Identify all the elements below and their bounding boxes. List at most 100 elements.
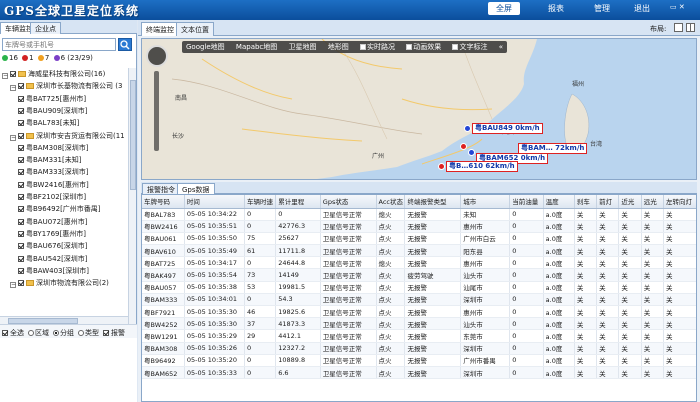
filter-option[interactable]: 区域 [28, 329, 49, 337]
map-view[interactable]: Google地图 Mapabc地图 卫星地图 地形图 实时路况 动画效果 文字标… [141, 38, 697, 180]
tab-alarm-commands[interactable]: 报警指令 [142, 183, 180, 194]
table-row[interactable]: 粤BAK497 05-05 10:35:54 73 14149 卫星信号正常 点火 疲劳驾驶… [142, 268, 696, 282]
tree-scrollbar[interactable] [128, 68, 136, 343]
tree-vehicle[interactable]: 粤BW2416[惠州市] [18, 179, 89, 191]
table-row[interactable]: 粤BAM333 05-05 10:34:01 0 54.3 卫星信号正常 点火 无报警 深圳市… [142, 293, 696, 307]
tree-checkbox[interactable] [18, 95, 24, 102]
vehicle-label[interactable]: 粤BAM… 72km/h [518, 143, 588, 154]
collapse-icon[interactable]: − [10, 134, 16, 141]
tree-vehicle[interactable]: 粤BAW403[深圳市] [18, 265, 89, 277]
nav-manage[interactable]: 管理 [594, 3, 610, 14]
layout-split-icon[interactable] [686, 23, 695, 32]
tree-group[interactable]: − 海威星科技有限公司(16) [2, 68, 105, 80]
tree-checkbox[interactable] [18, 169, 24, 176]
map-terrain-button[interactable]: 地形图 [328, 43, 349, 51]
tree-vehicle[interactable]: 粤BAU909[深圳市] [18, 105, 88, 117]
collapse-icon[interactable]: − [10, 282, 16, 289]
search-input[interactable] [2, 38, 116, 51]
map-pan-control[interactable] [146, 45, 168, 67]
vehicle-marker-icon[interactable] [468, 149, 475, 156]
table-row[interactable]: 粤BAV610 05-05 10:35:49 61 11711.8 卫星信号正常 点火 无报… [142, 244, 696, 258]
column-header[interactable]: 刹车 [574, 195, 598, 209]
column-header[interactable]: 前灯 [596, 195, 620, 209]
map-google-button[interactable]: Google地图 [186, 43, 225, 51]
tree-group[interactable]: − 深圳市安吉货运有限公司(11 [10, 130, 125, 142]
search-button[interactable] [118, 38, 132, 51]
filter-option[interactable]: 分组 [53, 329, 74, 337]
tree-checkbox[interactable] [18, 218, 24, 225]
vehicle-marker-icon[interactable] [438, 163, 445, 170]
tree-vehicle[interactable]: 粤BAM308[深圳市] [18, 142, 88, 154]
table-row[interactable]: 粤BW2416 05-05 10:35:51 0 42776.3 卫星信号正常 点火 无报警… [142, 220, 696, 233]
tree-vehicle[interactable]: 粤B96492[广州市番禺] [18, 203, 101, 215]
table-row[interactable]: 粤BF7921 05-05 10:35:30 46 19825.6 卫星信号正常 点火 无报… [142, 305, 696, 319]
tree-checkbox[interactable] [18, 157, 24, 164]
column-header[interactable]: 远光 [641, 195, 664, 209]
filter-option[interactable]: 类型 [78, 329, 99, 337]
column-header[interactable]: 近光 [618, 195, 642, 209]
toggle-animation[interactable]: 动画效果 [406, 43, 441, 51]
tab-enterprise-points[interactable]: 企业点 [30, 22, 61, 34]
table-row[interactable]: 粤BW4252 05-05 10:35:30 37 41873.3 卫星信号正常 点火 无报… [142, 317, 696, 331]
vehicle-marker-icon[interactable] [464, 125, 471, 132]
tree-checkbox[interactable] [18, 132, 24, 139]
tree-vehicle[interactable]: 粤BAT725[惠州市] [18, 93, 86, 105]
tree-checkbox[interactable] [18, 255, 24, 262]
column-header[interactable]: 车牌号码 [142, 195, 185, 209]
tab-terminal-monitor[interactable]: 终端监控 [141, 22, 179, 36]
window-controls[interactable]: ▭ ✕ [670, 3, 685, 11]
column-header[interactable]: 左转向灯 [663, 195, 696, 209]
table-row[interactable]: 粤BAT725 05-05 10:34:17 0 24644.8 卫星信号正常 熄火 无报警… [142, 256, 696, 270]
tree-checkbox[interactable] [10, 71, 16, 77]
filter-option[interactable]: 全选 [2, 329, 24, 337]
table-row[interactable]: 粤BAU061 05-05 10:35:50 75 25627 卫星信号正常 点火 无报警广… [142, 232, 696, 246]
tree-vehicle[interactable]: 粤BY1769[惠州市] [18, 228, 86, 240]
toggle-text-labels[interactable]: 文字标注 [452, 43, 487, 51]
table-row[interactable]: 粤BAM652 05-05 10:35:33 0 6.6 卫星信号正常 点火 无报警 深圳市 0… [142, 366, 696, 380]
tree-checkbox[interactable] [18, 181, 24, 188]
column-header[interactable]: Gps状态 [320, 195, 377, 209]
tree-checkbox[interactable] [18, 243, 24, 250]
map-satellite-button[interactable]: 卫星地图 [289, 43, 317, 51]
map-zoom-slider[interactable] [154, 71, 159, 151]
tree-checkbox[interactable] [18, 206, 24, 213]
tree-checkbox[interactable] [18, 267, 24, 274]
tree-group[interactable]: − 深圳市物流有限公司(2) [10, 277, 109, 289]
nav-fullscreen[interactable]: 全屏 [488, 2, 520, 15]
tree-checkbox[interactable] [18, 230, 24, 237]
tree-vehicle[interactable]: 粤BAL783[未知] [18, 117, 79, 129]
tab-text-position[interactable]: 文本位置 [176, 22, 214, 36]
column-header[interactable]: 车辆时速 [244, 195, 277, 209]
tree-vehicle[interactable]: 粤BAM333[深圳市] [18, 166, 88, 178]
vehicle-label[interactable]: 粤BAU849 0km/h [472, 123, 543, 134]
table-row[interactable]: 粤BW1291 05-05 10:35:29 29 4412.1 卫星信号正常 点火 无报警… [142, 329, 696, 343]
tree-vehicle[interactable]: 粤BAM331[未知] [18, 154, 81, 166]
table-row[interactable]: 粤BAM308 05-05 10:35:26 0 12327.2 卫星信号正常 点火 无报警… [142, 342, 696, 355]
collapse-icon[interactable]: − [2, 73, 8, 79]
column-header[interactable]: 时间 [184, 195, 246, 209]
tree-vehicle[interactable]: 粤BAU072[惠州市] [18, 216, 88, 228]
filter-option[interactable]: 报警 [103, 329, 125, 337]
table-row[interactable]: 粤BAL783 05-05 10:34:22 0 0 卫星信号正常 熄火 无报警 未知 0 a.0… [142, 208, 696, 221]
nav-report[interactable]: 报表 [548, 3, 564, 14]
column-header[interactable]: Acc状态 [376, 195, 406, 209]
tree-vehicle[interactable]: 粤BAU542[深圳市] [18, 253, 88, 265]
toggle-traffic[interactable]: 实时路况 [359, 43, 395, 51]
layout-single-icon[interactable] [674, 23, 683, 32]
tree-checkbox[interactable] [18, 144, 24, 151]
tree-checkbox[interactable] [18, 120, 24, 127]
collapse-toolbar-icon[interactable]: « [499, 43, 503, 51]
column-header[interactable]: 终端报警类型 [404, 195, 462, 209]
map-mapabc-button[interactable]: Mapabc地图 [236, 43, 277, 51]
tree-checkbox[interactable] [18, 83, 24, 90]
tree-hscrollbar[interactable] [0, 316, 128, 324]
vehicle-label[interactable]: 粤B…610 62km/h [446, 161, 518, 172]
column-header[interactable]: 累计里程 [275, 195, 321, 209]
tree-checkbox[interactable] [18, 280, 24, 287]
nav-exit[interactable]: 退出 [634, 3, 650, 14]
tab-gps-data[interactable]: Gps数据 [177, 183, 215, 194]
tree-vehicle[interactable]: 粤BF2102[深圳市] [18, 191, 86, 203]
tree-vehicle[interactable]: 粤BAU676[深圳市] [18, 240, 88, 252]
collapse-icon[interactable]: − [10, 85, 16, 92]
tree-checkbox[interactable] [18, 107, 24, 114]
